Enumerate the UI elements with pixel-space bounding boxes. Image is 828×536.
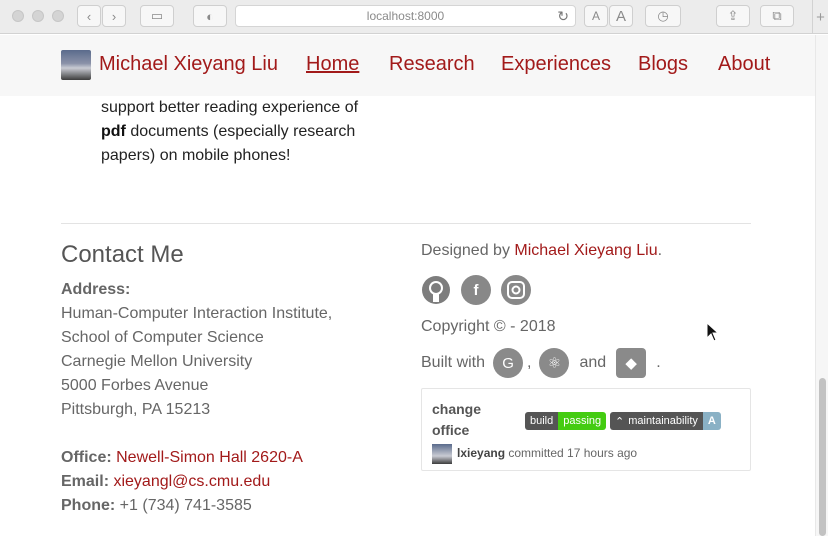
browser-toolbar: ‹ › ▭ ◐ localhost:8000 ↻ A A ◷ ⇪ ⧉ + [0,0,828,34]
codeclimate-icon: ⌃ [615,415,625,428]
github-icon[interactable] [421,275,451,305]
nav-about[interactable]: About [718,53,770,76]
zoom-window-button[interactable] [52,10,64,22]
page-scrollbar[interactable] [815,35,828,536]
clock-icon: ◷ [657,8,669,23]
contact-details: Address: Human-Computer Interaction Inst… [61,278,332,518]
brand-link[interactable]: Michael Xieyang Liu [99,53,278,76]
nav-blogs[interactable]: Blogs [638,53,688,76]
sidebar-button[interactable]: ▭ [140,5,174,27]
share-button[interactable]: ⇪ [716,5,750,27]
office-link[interactable]: Newell-Simon Hall 2620-A [116,449,303,466]
phone-value: +1 (734) 741-3585 [119,497,252,514]
address-line: Human-Computer Interaction Institute, [61,305,333,322]
designed-by: Designed by Michael Xieyang Liu. [421,242,663,259]
site-logo[interactable] [61,50,91,80]
commit-title[interactable]: change office [432,399,512,441]
scrollbar-thumb[interactable] [819,378,826,536]
nav-research[interactable]: Research [389,53,475,76]
address-line: 5000 Forbes Avenue [61,377,209,394]
designer-link[interactable]: Michael Xieyang Liu [514,242,657,259]
address-label: Address: [61,281,131,298]
built-with-row: Built with G , ⚛ and ◆ . [421,347,661,379]
new-tab-button[interactable]: + [812,0,828,34]
netlify-icon[interactable]: ◆ [616,348,647,378]
copyright-text: Copyright © - 2018 [421,318,556,335]
build-badge[interactable]: build passing [525,412,607,430]
sidebar-icon: ▭ [150,8,164,23]
text-larger-button[interactable]: A [609,5,633,27]
site-navbar: Michael Xieyang Liu Home Research Experi… [0,35,815,96]
email-link[interactable]: xieyangl@cs.cmu.edu [113,473,270,490]
tabs-icon: ⧉ [772,8,782,23]
cursor-icon [706,322,720,342]
react-icon[interactable]: ⚛ [539,348,570,378]
commit-meta: lxieyang committed 17 hours ago [457,446,638,460]
commit-card[interactable]: change office build passing ⌃ maintainabi… [421,388,751,471]
text-smaller-button[interactable]: A [584,5,608,27]
privacy-button[interactable]: ◐ [193,5,227,27]
phone-row: Phone: +1 (734) 741-3585 [61,497,252,514]
reload-icon[interactable]: ↻ [557,8,569,25]
facebook-icon[interactable]: f [461,275,491,305]
share-icon: ⇪ [727,8,739,23]
address-bar[interactable]: localhost:8000 ↻ [235,5,576,27]
avatar[interactable] [432,444,452,464]
plus-icon: + [816,8,825,26]
url-text: localhost:8000 [366,9,445,23]
history-button[interactable]: ◷ [645,5,681,27]
maintainability-badge[interactable]: ⌃ maintainability A [610,412,721,430]
committer-name[interactable]: lxieyang [457,446,505,460]
instagram-icon[interactable] [501,275,531,305]
chevron-right-icon: › [111,8,117,24]
nav-experiences[interactable]: Experiences [501,53,611,76]
email-row: Email: xieyangl@cs.cmu.edu [61,473,271,490]
shield-icon: ◐ [206,8,214,24]
office-row: Office: Newell-Simon Hall 2620-A [61,449,303,466]
forward-button[interactable]: › [102,5,126,27]
close-window-button[interactable] [12,10,24,22]
address-line: Pittsburgh, PA 15213 [61,401,211,418]
address-line: School of Computer Science [61,329,264,346]
back-button[interactable]: ‹ [77,5,101,27]
contact-title: Contact Me [61,241,184,268]
nav-home[interactable]: Home [306,53,359,76]
address-line: Carnegie Mellon University [61,353,253,370]
chevron-left-icon: ‹ [86,8,92,24]
section-divider [61,223,751,224]
project-description: support better reading experience of pdf… [101,99,359,164]
minimize-window-button[interactable] [32,10,44,22]
gatsby-icon[interactable]: G [493,348,524,378]
tabs-button[interactable]: ⧉ [760,5,794,27]
